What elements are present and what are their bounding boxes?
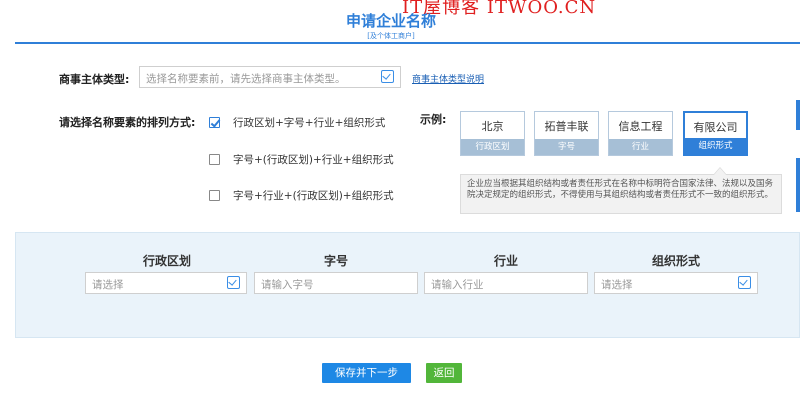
example-card-text: 北京 (481, 120, 504, 133)
org-form-select[interactable]: 请选择 (594, 272, 758, 294)
org-form-placeholder: 请选择 (601, 279, 633, 291)
example-card-tag: 组织形式 (685, 138, 746, 154)
calendar-check-icon[interactable] (381, 70, 394, 83)
region-placeholder: 请选择 (92, 279, 124, 291)
arrangement-option-3-label[interactable]: 字号+行业+(行政区划)+组织形式 (233, 188, 394, 203)
example-label: 示例: (420, 113, 447, 126)
arrangement-option-1-checkbox[interactable] (209, 117, 220, 128)
region-select[interactable]: 请选择 (85, 272, 247, 294)
calendar-check-icon[interactable] (738, 276, 751, 289)
example-card-name: 拓普丰联 字号 (534, 111, 599, 156)
example-card-industry: 信息工程 行业 (608, 111, 673, 156)
page-subtitle: [及个体工商户] (367, 32, 415, 40)
save-next-button[interactable]: 保存并下一步 (322, 363, 411, 383)
example-card-text: 信息工程 (618, 120, 663, 133)
arrangement-option-2-checkbox[interactable] (209, 154, 220, 165)
entity-type-placeholder: 选择名称要素前，请先选择商事主体类型。 (146, 73, 346, 85)
arrangement-option-3-checkbox[interactable] (209, 190, 220, 201)
tooltip-arrow (713, 167, 727, 175)
example-card-region: 北京 行政区划 (460, 111, 525, 156)
entity-type-select[interactable]: 选择名称要素前，请先选择商事主体类型。 (139, 66, 401, 88)
example-card-text: 有限公司 (693, 121, 738, 134)
arrangement-option-2-label[interactable]: 字号+(行政区划)+行业+组织形式 (233, 152, 394, 167)
entity-type-help-link[interactable]: 商事主体类型说明 (412, 72, 484, 85)
arrangement-option-1-label[interactable]: 行政区划+字号+行业+组织形式 (233, 115, 385, 130)
example-card-tag: 字号 (535, 139, 598, 155)
arrangement-label: 请选择名称要素的排列方式: (59, 116, 196, 129)
industry-input[interactable]: 请输入行业 (424, 272, 588, 294)
example-card-org-form[interactable]: 有限公司 组织形式 (683, 111, 748, 156)
page-title: 申请企业名称 (345, 12, 436, 30)
example-card-text: 拓普丰联 (544, 120, 589, 133)
trade-name-placeholder: 请输入字号 (261, 279, 314, 291)
back-button[interactable]: 返回 (426, 363, 462, 383)
field-header-name: 字号 (323, 254, 348, 268)
org-form-tooltip: 企业应当根据其组织结构或者责任形式在名称中标明符合国家法律、法规以及国务院决定规… (460, 167, 782, 214)
tooltip-text: 企业应当根据其组织结构或者责任形式在名称中标明符合国家法律、法规以及国务院决定规… (467, 179, 774, 200)
example-card-tag: 行业 (609, 139, 672, 155)
entity-type-label: 商事主体类型: (59, 73, 130, 86)
trade-name-input[interactable]: 请输入字号 (254, 272, 418, 294)
right-edge-marker (796, 100, 800, 130)
field-header-org-form: 组织形式 (651, 254, 700, 268)
right-edge-marker (796, 158, 800, 212)
industry-placeholder: 请输入行业 (431, 279, 484, 291)
header-divider (15, 42, 800, 44)
example-card-tag: 行政区划 (461, 139, 524, 155)
calendar-check-icon[interactable] (227, 276, 240, 289)
field-header-region: 行政区划 (142, 254, 191, 268)
field-header-industry: 行业 (493, 254, 518, 268)
